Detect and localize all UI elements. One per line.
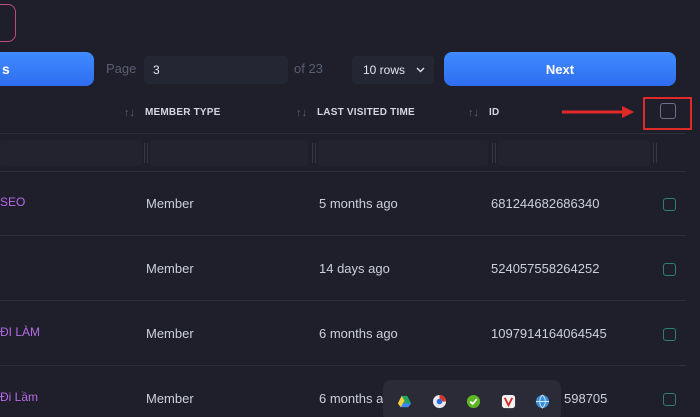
- id-cell: 524057558264252: [491, 261, 600, 276]
- row-checkbox[interactable]: [663, 263, 676, 276]
- last-visited-cell: 6 months a: [319, 391, 384, 406]
- row-checkbox[interactable]: [663, 198, 676, 211]
- rows-per-page-select[interactable]: 10 rows: [352, 56, 434, 84]
- last-visited-cell: 6 months ago: [319, 326, 398, 341]
- rows-per-page-value: 10 rows: [363, 63, 406, 77]
- red-arrow-annotation: [562, 106, 634, 118]
- member-type-cell: Member: [146, 326, 194, 341]
- divider: [0, 300, 686, 301]
- column-resize-handle[interactable]: [312, 143, 316, 163]
- filter-input-id[interactable]: [498, 140, 650, 166]
- globe-icon[interactable]: [535, 394, 550, 409]
- filter-input-name[interactable]: [0, 140, 142, 166]
- browser-icon[interactable]: [432, 394, 447, 409]
- row-checkbox[interactable]: [663, 393, 676, 406]
- sort-icon[interactable]: ↑↓: [296, 107, 307, 119]
- sort-icon[interactable]: ↑↓: [124, 107, 135, 119]
- previous-button[interactable]: s: [0, 52, 94, 86]
- member-name-link[interactable]: ĐI LÀM: [0, 325, 40, 339]
- header-member-type[interactable]: MEMBER TYPE: [145, 107, 221, 118]
- divider: [0, 365, 686, 366]
- id-cell: 681244682686340: [491, 196, 600, 211]
- column-resize-handle[interactable]: [653, 143, 657, 163]
- chevron-down-icon: [416, 67, 425, 73]
- divider: [0, 235, 686, 236]
- id-cell: 598705: [564, 391, 608, 406]
- divider: [0, 133, 686, 134]
- row-checkbox[interactable]: [663, 328, 676, 341]
- divider: [0, 171, 686, 172]
- column-resize-handle[interactable]: [492, 143, 496, 163]
- top-action-button[interactable]: [0, 4, 16, 42]
- page-label: Page: [106, 61, 137, 76]
- sort-icon[interactable]: ↑↓: [468, 107, 479, 119]
- member-type-cell: Member: [146, 261, 194, 276]
- shield-check-icon[interactable]: [466, 394, 481, 409]
- last-visited-cell: 5 months ago: [319, 196, 398, 211]
- member-type-cell: Member: [146, 391, 194, 406]
- select-all-checkbox[interactable]: [660, 103, 676, 119]
- member-name-link[interactable]: SEO: [0, 195, 25, 209]
- column-resize-handle[interactable]: [144, 143, 148, 163]
- page-number-input[interactable]: [144, 56, 288, 84]
- header-id[interactable]: ID: [489, 107, 499, 118]
- last-visited-cell: 14 days ago: [319, 261, 390, 276]
- vivaldi-icon[interactable]: [501, 394, 516, 409]
- header-last-visited[interactable]: LAST VISITED TIME: [317, 107, 415, 118]
- drive-icon[interactable]: [397, 394, 412, 409]
- page-total-label: of 23: [294, 61, 323, 76]
- next-button[interactable]: Next: [444, 52, 676, 86]
- filter-input-last-visited[interactable]: [318, 140, 488, 166]
- member-name-link[interactable]: Đi Lầm: [0, 390, 38, 404]
- filter-input-member-type[interactable]: [150, 140, 308, 166]
- id-cell: 1097914164064545: [491, 326, 607, 341]
- member-type-cell: Member: [146, 196, 194, 211]
